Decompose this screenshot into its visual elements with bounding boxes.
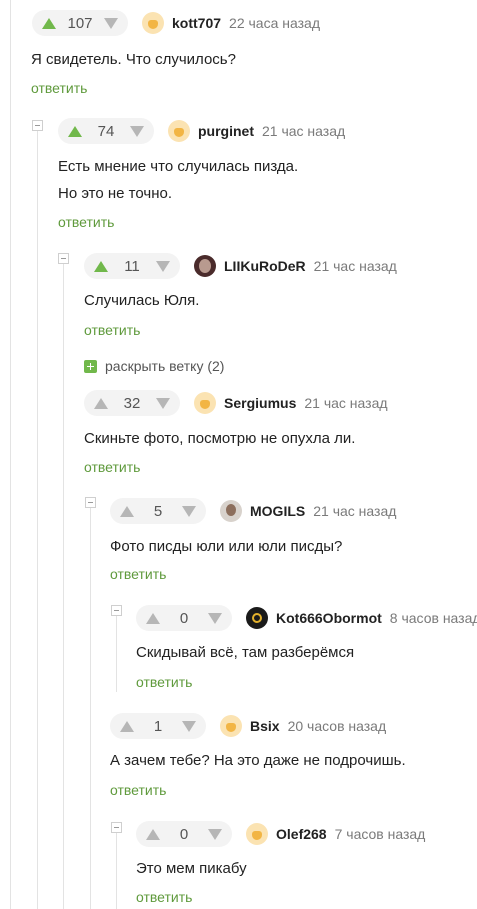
comment-time[interactable]: 21 час назад bbox=[314, 258, 397, 274]
downvote-arrow-icon[interactable] bbox=[182, 505, 196, 517]
reply-link[interactable]: ответить bbox=[58, 214, 114, 230]
username[interactable]: Bsix bbox=[250, 718, 280, 734]
username[interactable]: LIIKuRoDeR bbox=[224, 258, 306, 274]
reply-link[interactable]: ответить bbox=[84, 459, 140, 475]
reply-link[interactable]: ответить bbox=[31, 80, 87, 96]
thread-line bbox=[90, 505, 91, 909]
collapse-thread-button[interactable] bbox=[85, 497, 96, 508]
collapse-thread-button[interactable] bbox=[111, 822, 122, 833]
downvote-arrow-icon[interactable] bbox=[104, 17, 118, 29]
username[interactable]: Olef268 bbox=[276, 826, 327, 842]
rating-value: 107 bbox=[67, 14, 93, 32]
comment-text: Но это не точно. bbox=[58, 185, 172, 202]
vote-control: 32 bbox=[84, 390, 180, 416]
rating-value: 74 bbox=[97, 122, 115, 140]
downvote-arrow-icon[interactable] bbox=[156, 397, 170, 409]
vote-control: 0 bbox=[136, 605, 232, 631]
downvote-arrow-icon[interactable] bbox=[155, 260, 170, 272]
comment-time[interactable]: 21 час назад bbox=[313, 503, 396, 519]
thread-line bbox=[37, 126, 38, 909]
comment-text: Я свидетель. Что случилось? bbox=[31, 51, 236, 68]
thread-line bbox=[10, 0, 11, 909]
avatar[interactable] bbox=[168, 120, 190, 142]
upvote-arrow-icon[interactable] bbox=[146, 828, 160, 840]
comment-time[interactable]: 20 часов назад bbox=[288, 718, 387, 734]
downvote-arrow-icon[interactable] bbox=[208, 612, 222, 624]
comment-time[interactable]: 21 час назад bbox=[262, 123, 345, 139]
reply-link[interactable]: ответить bbox=[110, 782, 166, 798]
username[interactable]: purginet bbox=[198, 123, 254, 139]
reply-link[interactable]: ответить bbox=[136, 889, 192, 905]
collapse-thread-button[interactable] bbox=[111, 605, 122, 616]
reply-link[interactable]: ответить bbox=[84, 322, 140, 338]
rating-value: 11 bbox=[124, 257, 140, 275]
comment-text: Есть мнение что случилась пизда. bbox=[58, 158, 299, 175]
username[interactable]: MOGILS bbox=[250, 503, 305, 519]
username[interactable]: Kot666Obormot bbox=[276, 610, 382, 626]
username[interactable]: kott707 bbox=[172, 15, 221, 31]
comment-text: Случилась Юля. bbox=[84, 292, 200, 309]
comment-text: А зачем тебе? На это даже не подрочишь. bbox=[110, 752, 406, 769]
vote-control: 0 bbox=[136, 821, 232, 847]
comment-time[interactable]: 21 час назад bbox=[304, 395, 387, 411]
upvote-arrow-icon[interactable] bbox=[42, 17, 56, 29]
vote-control: 107 bbox=[32, 10, 128, 36]
upvote-arrow-icon[interactable] bbox=[120, 720, 134, 732]
upvote-arrow-icon[interactable] bbox=[120, 505, 134, 517]
comment-text: Скидывай всё, там разберёмся bbox=[136, 644, 355, 661]
vote-control: 1 bbox=[110, 713, 206, 739]
upvote-arrow-icon[interactable] bbox=[68, 125, 82, 137]
vote-control: 11 bbox=[84, 253, 180, 279]
downvote-arrow-icon[interactable] bbox=[208, 828, 222, 840]
rating-value: 1 bbox=[153, 717, 163, 735]
upvote-arrow-icon[interactable] bbox=[94, 397, 108, 409]
plus-icon bbox=[84, 359, 97, 373]
avatar[interactable] bbox=[194, 392, 216, 414]
avatar[interactable] bbox=[220, 500, 242, 522]
expand-branch-label: раскрыть ветку (2) bbox=[105, 358, 225, 374]
collapse-thread-button[interactable] bbox=[58, 253, 69, 264]
upvote-arrow-icon[interactable] bbox=[94, 260, 108, 272]
comment-text: Фото писды юли или юли писды? bbox=[110, 538, 343, 555]
reply-link[interactable]: ответить bbox=[136, 674, 192, 690]
reply-link[interactable]: ответить bbox=[110, 566, 166, 582]
comment-time[interactable]: 22 часа назад bbox=[229, 15, 320, 31]
vote-control: 74 bbox=[58, 118, 154, 144]
avatar[interactable] bbox=[220, 715, 242, 737]
thread-line bbox=[116, 612, 117, 692]
rating-value: 5 bbox=[153, 502, 163, 520]
downvote-arrow-icon[interactable] bbox=[182, 720, 196, 732]
thread-line bbox=[116, 828, 117, 909]
downvote-arrow-icon[interactable] bbox=[130, 125, 144, 137]
comment-time[interactable]: 8 часов назад bbox=[390, 610, 477, 626]
vote-control: 5 bbox=[110, 498, 206, 524]
upvote-arrow-icon[interactable] bbox=[146, 612, 160, 624]
avatar[interactable] bbox=[246, 823, 268, 845]
avatar[interactable] bbox=[194, 255, 216, 277]
rating-value: 0 bbox=[179, 825, 189, 843]
avatar[interactable] bbox=[142, 12, 164, 34]
collapse-thread-button[interactable] bbox=[32, 120, 43, 131]
expand-branch-link[interactable]: раскрыть ветку (2) bbox=[84, 358, 224, 374]
avatar[interactable] bbox=[246, 607, 268, 629]
rating-value: 32 bbox=[123, 394, 141, 412]
comment-text: Это мем пикабу bbox=[136, 860, 247, 877]
username[interactable]: Sergiumus bbox=[224, 395, 296, 411]
rating-value: 0 bbox=[179, 609, 189, 627]
comment-text: Скиньте фото, посмотрю не опухла ли. bbox=[84, 430, 356, 447]
thread-line bbox=[63, 260, 64, 909]
comment-time[interactable]: 7 часов назад bbox=[335, 826, 426, 842]
